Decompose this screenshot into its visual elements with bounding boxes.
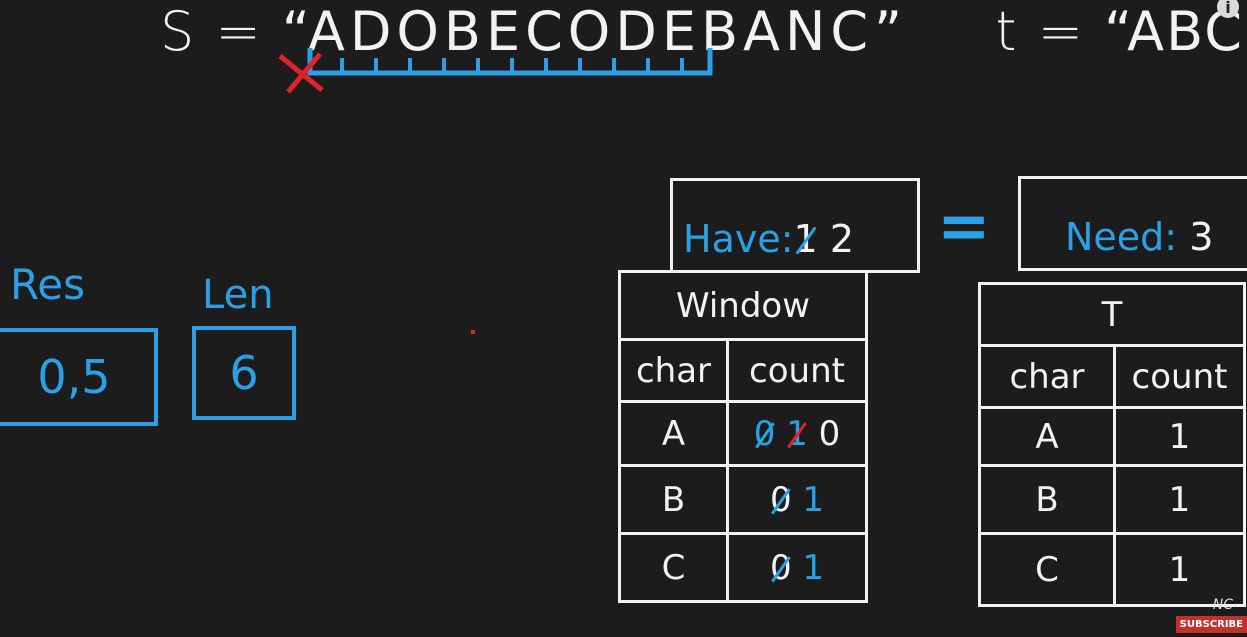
t-count-a: 1: [1113, 406, 1246, 467]
s-label: S =: [160, 0, 282, 63]
t-char-a: A: [978, 406, 1116, 467]
t-label: t =: [995, 0, 1105, 63]
window-count-a: 0: [818, 413, 841, 454]
window-table-title: Window: [618, 270, 868, 341]
len-box: 6: [192, 326, 296, 420]
have-value: 2: [829, 217, 854, 261]
len-value: 6: [229, 346, 259, 400]
channel-watermark: NC: [1212, 597, 1233, 613]
need-label: Need:: [1065, 215, 1178, 259]
t-count-c: 1: [1113, 532, 1246, 607]
res-label: Res: [10, 260, 86, 309]
window-b-old-0: 0: [769, 479, 792, 520]
table-row: B 1: [978, 464, 1246, 535]
t-char-b: B: [978, 464, 1116, 535]
len-label: Len: [202, 272, 274, 318]
table-row: C 0 1: [618, 532, 868, 603]
table-row: B 0 1: [618, 464, 868, 535]
info-icon-glyph: i: [1225, 0, 1231, 17]
window-a-old-1: 1: [786, 413, 808, 454]
have-old-value: 1: [793, 217, 818, 261]
window-bracket-drawing: [278, 48, 713, 94]
res-value: 0,5: [37, 350, 111, 404]
table-row: C 1: [978, 532, 1246, 607]
window-a-old-0: 0: [753, 413, 776, 454]
t-count-b: 1: [1113, 464, 1246, 535]
window-header-count: count: [726, 338, 868, 403]
window-count-b: 1: [802, 479, 825, 520]
have-box: Have:1 2: [670, 178, 920, 273]
t-table-title: T: [978, 282, 1246, 347]
window-header-char: char: [618, 338, 729, 403]
window-char-a: A: [618, 400, 729, 467]
need-value: 3: [1189, 215, 1214, 259]
window-table: Window char count A 0 1 0 B 0 1 C 0 1: [618, 270, 868, 603]
table-row: A 1: [978, 406, 1246, 467]
equals-sign: =: [937, 190, 991, 264]
window-char-b: B: [618, 464, 729, 535]
res-box: 0,5: [0, 328, 158, 426]
t-table: T char count A 1 B 1 C 1: [978, 282, 1246, 607]
window-count-c: 1: [802, 547, 825, 588]
t-char-c: C: [978, 532, 1116, 607]
window-c-old-0: 0: [769, 547, 792, 588]
t-header-count: count: [1113, 344, 1246, 409]
table-row: A 0 1 0: [618, 400, 868, 467]
t-header-char: char: [978, 344, 1116, 409]
subscribe-button[interactable]: SUBSCRIBE: [1175, 616, 1247, 633]
have-label: Have:: [683, 217, 794, 261]
laser-pointer-dot: [471, 330, 475, 334]
need-box: Need: 3: [1018, 176, 1247, 271]
window-char-c: C: [618, 532, 729, 603]
